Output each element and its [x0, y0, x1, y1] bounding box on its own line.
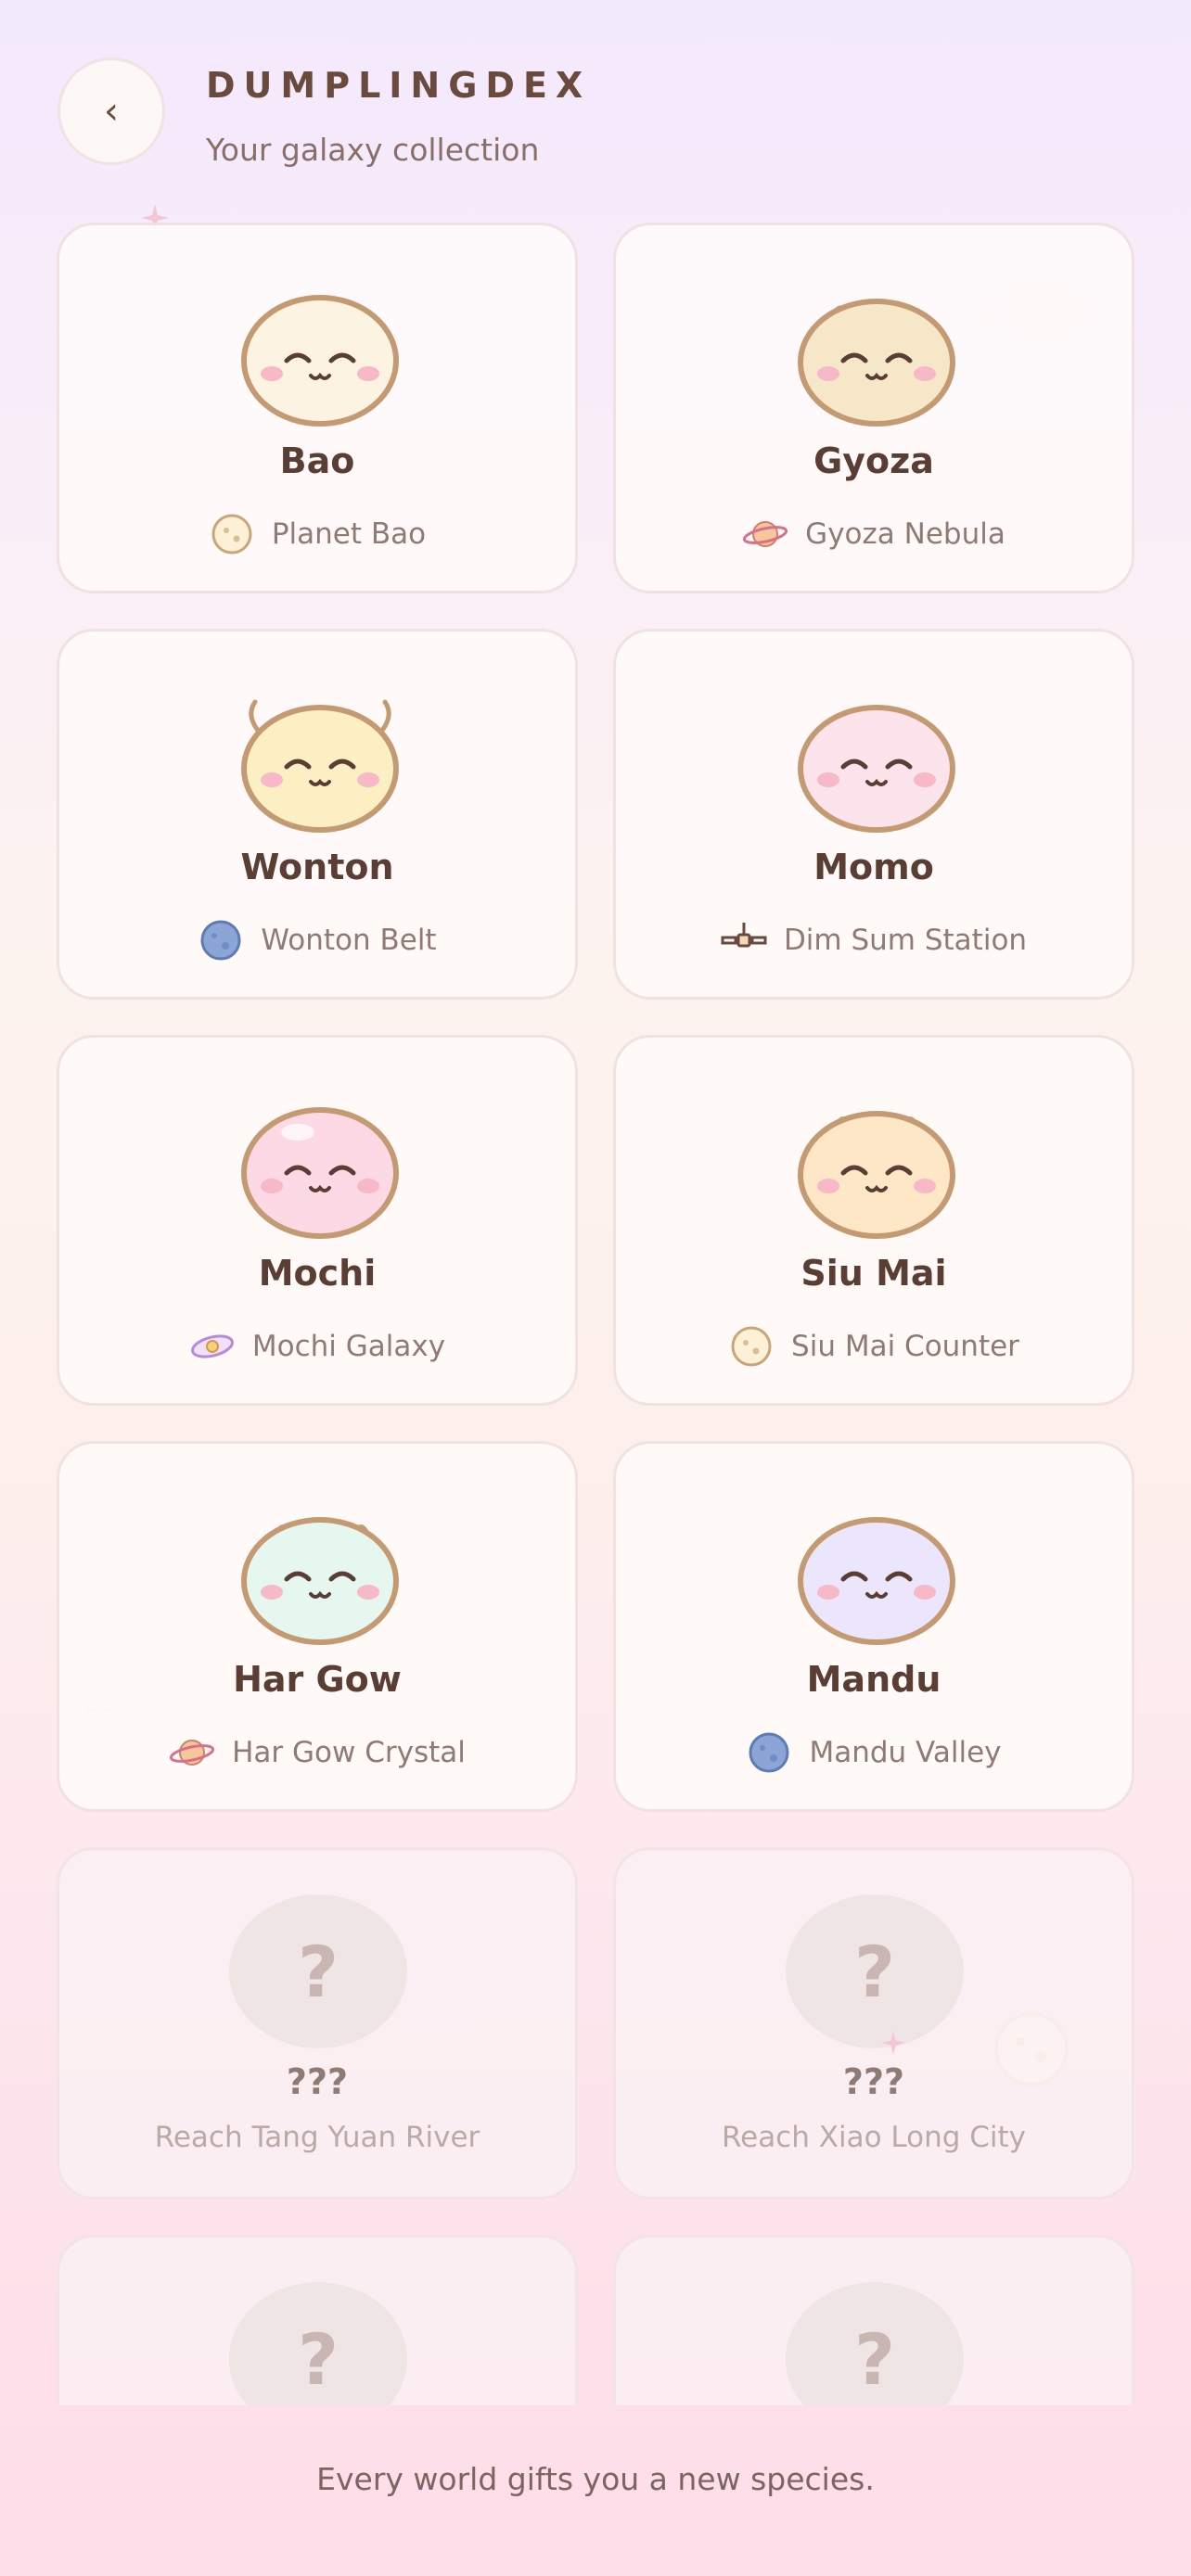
sparkle-icon	[881, 2031, 905, 2055]
dumpling-origin: Dim Sum Station	[616, 917, 1132, 963]
dumpling-card[interactable]: Gyoza Gyoza Nebula	[613, 223, 1134, 593]
dumpling-name: Gyoza	[813, 440, 934, 481]
locked-name: ???	[286, 2061, 349, 2102]
origin-label: Mochi Galaxy	[251, 1330, 446, 1363]
origin-label: Har Gow Crystal	[232, 1736, 466, 1769]
origin-label: Dim Sum Station	[783, 924, 1028, 957]
origin-label: Wonton Belt	[261, 924, 437, 957]
dumpling-origin: Mochi Galaxy	[59, 1323, 575, 1370]
locked-card[interactable]: ? ??? Reach Xiao Long City	[613, 1847, 1134, 2200]
blue-planet-icon	[749, 1732, 789, 1773]
locked-card[interactable]: ?	[57, 2235, 578, 2405]
dumpling-card[interactable]: Momo Dim Sum Station	[613, 629, 1134, 1000]
unlock-hint: Reach Xiao Long City	[721, 2121, 1027, 2154]
origin-label: Gyoza Nebula	[805, 517, 1005, 551]
question-mark-icon: ?	[229, 1894, 407, 2048]
dumpling-avatar-icon	[241, 1517, 399, 1645]
dumpling-card[interactable]: Siu Mai Siu Mai Counter	[613, 1035, 1134, 1406]
dumpling-card[interactable]: Mochi Mochi Galaxy	[57, 1035, 578, 1406]
moon-icon	[211, 514, 252, 555]
origin-label: Mandu Valley	[809, 1736, 1002, 1769]
dumpling-name: Momo	[813, 847, 934, 887]
dumpling-origin: Mandu Valley	[616, 1729, 1132, 1776]
dumpling-card[interactable]: Bao Planet Bao	[57, 223, 578, 593]
dumpling-avatar-icon	[798, 299, 955, 427]
origin-label: Siu Mai Counter	[791, 1330, 1019, 1363]
satellite-icon	[721, 923, 767, 948]
dumpling-origin: Har Gow Crystal	[59, 1729, 575, 1776]
moon-icon	[731, 1326, 772, 1367]
locked-card[interactable]: ?	[613, 2235, 1134, 2405]
collection-grid: Bao Planet Bao Gyoza Gyoza Nebula Wonton…	[0, 0, 1191, 2405]
dumpling-avatar-icon	[798, 705, 955, 833]
dumpling-name: Mandu	[806, 1659, 941, 1700]
dumpling-origin: Gyoza Nebula	[616, 511, 1132, 557]
question-mark-icon: ?	[229, 2282, 407, 2405]
question-mark-icon: ?	[786, 2282, 964, 2405]
dumpling-avatar-icon	[798, 1517, 955, 1645]
dumpling-card[interactable]: Mandu Mandu Valley	[613, 1441, 1134, 1812]
dumpling-avatar-icon	[241, 1107, 399, 1239]
locked-name: ???	[842, 2061, 905, 2102]
dumpling-name: Siu Mai	[800, 1253, 947, 1294]
ringed-planet-icon	[743, 521, 788, 547]
dumpling-avatar-icon	[241, 699, 399, 833]
dumpling-card[interactable]: Wonton Wonton Belt	[57, 629, 578, 1000]
unlock-hint: Reach Tang Yuan River	[154, 2121, 480, 2154]
dumpling-card[interactable]: Har Gow Har Gow Crystal	[57, 1441, 578, 1812]
question-mark-icon: ?	[786, 1894, 964, 2048]
galaxy-icon	[190, 1334, 234, 1358]
dumpling-origin: Siu Mai Counter	[616, 1323, 1132, 1370]
dumpling-avatar-icon	[241, 295, 399, 427]
ringed-planet-icon	[170, 1740, 215, 1766]
dumpling-name: Mochi	[258, 1253, 377, 1294]
blue-planet-icon	[200, 920, 241, 961]
footer-text: Every world gifts you a new species.	[316, 2461, 875, 2497]
dumpling-avatar-icon	[798, 1111, 955, 1239]
dumpling-name: Wonton	[240, 847, 394, 887]
dumpling-origin: Planet Bao	[59, 511, 575, 557]
locked-card[interactable]: ? ??? Reach Tang Yuan River	[57, 1847, 578, 2200]
dumpling-name: Bao	[279, 440, 355, 481]
dumpling-origin: Wonton Belt	[59, 917, 575, 963]
origin-label: Planet Bao	[271, 517, 427, 551]
dumpling-name: Har Gow	[233, 1659, 402, 1700]
